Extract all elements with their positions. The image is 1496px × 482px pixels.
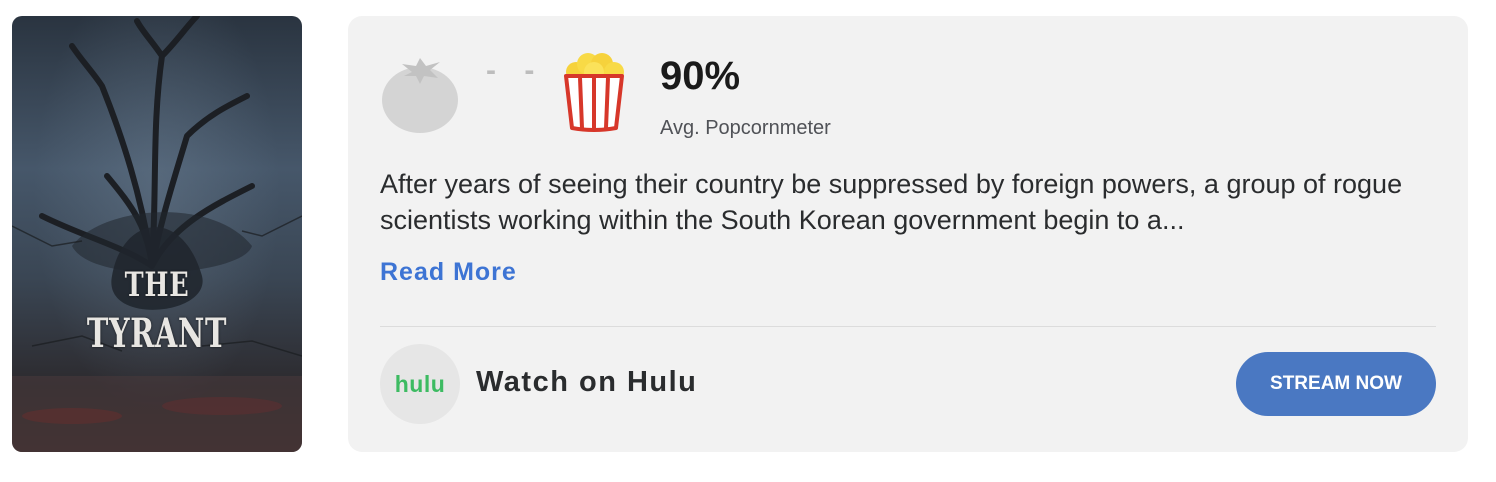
watch-on-label: Watch on Hulu	[476, 366, 698, 398]
tomatometer-score: - -	[486, 54, 545, 87]
poster-title-line1: THE	[124, 265, 190, 305]
popcorn-icon	[564, 53, 624, 132]
hulu-logo-badge: hulu	[380, 344, 460, 424]
movie-card-container: THE TYRANT - - 90% Avg. Popcornmeter Aft…	[0, 0, 1496, 482]
movie-poster[interactable]: THE TYRANT	[12, 16, 302, 452]
audience-score: 90%	[660, 54, 741, 98]
stream-now-button[interactable]: STREAM NOW	[1236, 352, 1436, 416]
read-more-link[interactable]: Read More	[380, 258, 517, 287]
movie-info-card: - - 90% Avg. Popcornmeter After years of…	[348, 16, 1468, 452]
poster-artwork	[12, 16, 302, 452]
tomato-icon	[382, 58, 458, 133]
movie-synopsis: After years of seeing their country be s…	[380, 169, 1403, 235]
poster-title-line2: TYRANT	[86, 310, 228, 357]
divider	[380, 326, 1436, 327]
audience-score-label: Avg. Popcornmeter	[660, 117, 831, 139]
hulu-logo-icon: hulu	[394, 370, 446, 397]
